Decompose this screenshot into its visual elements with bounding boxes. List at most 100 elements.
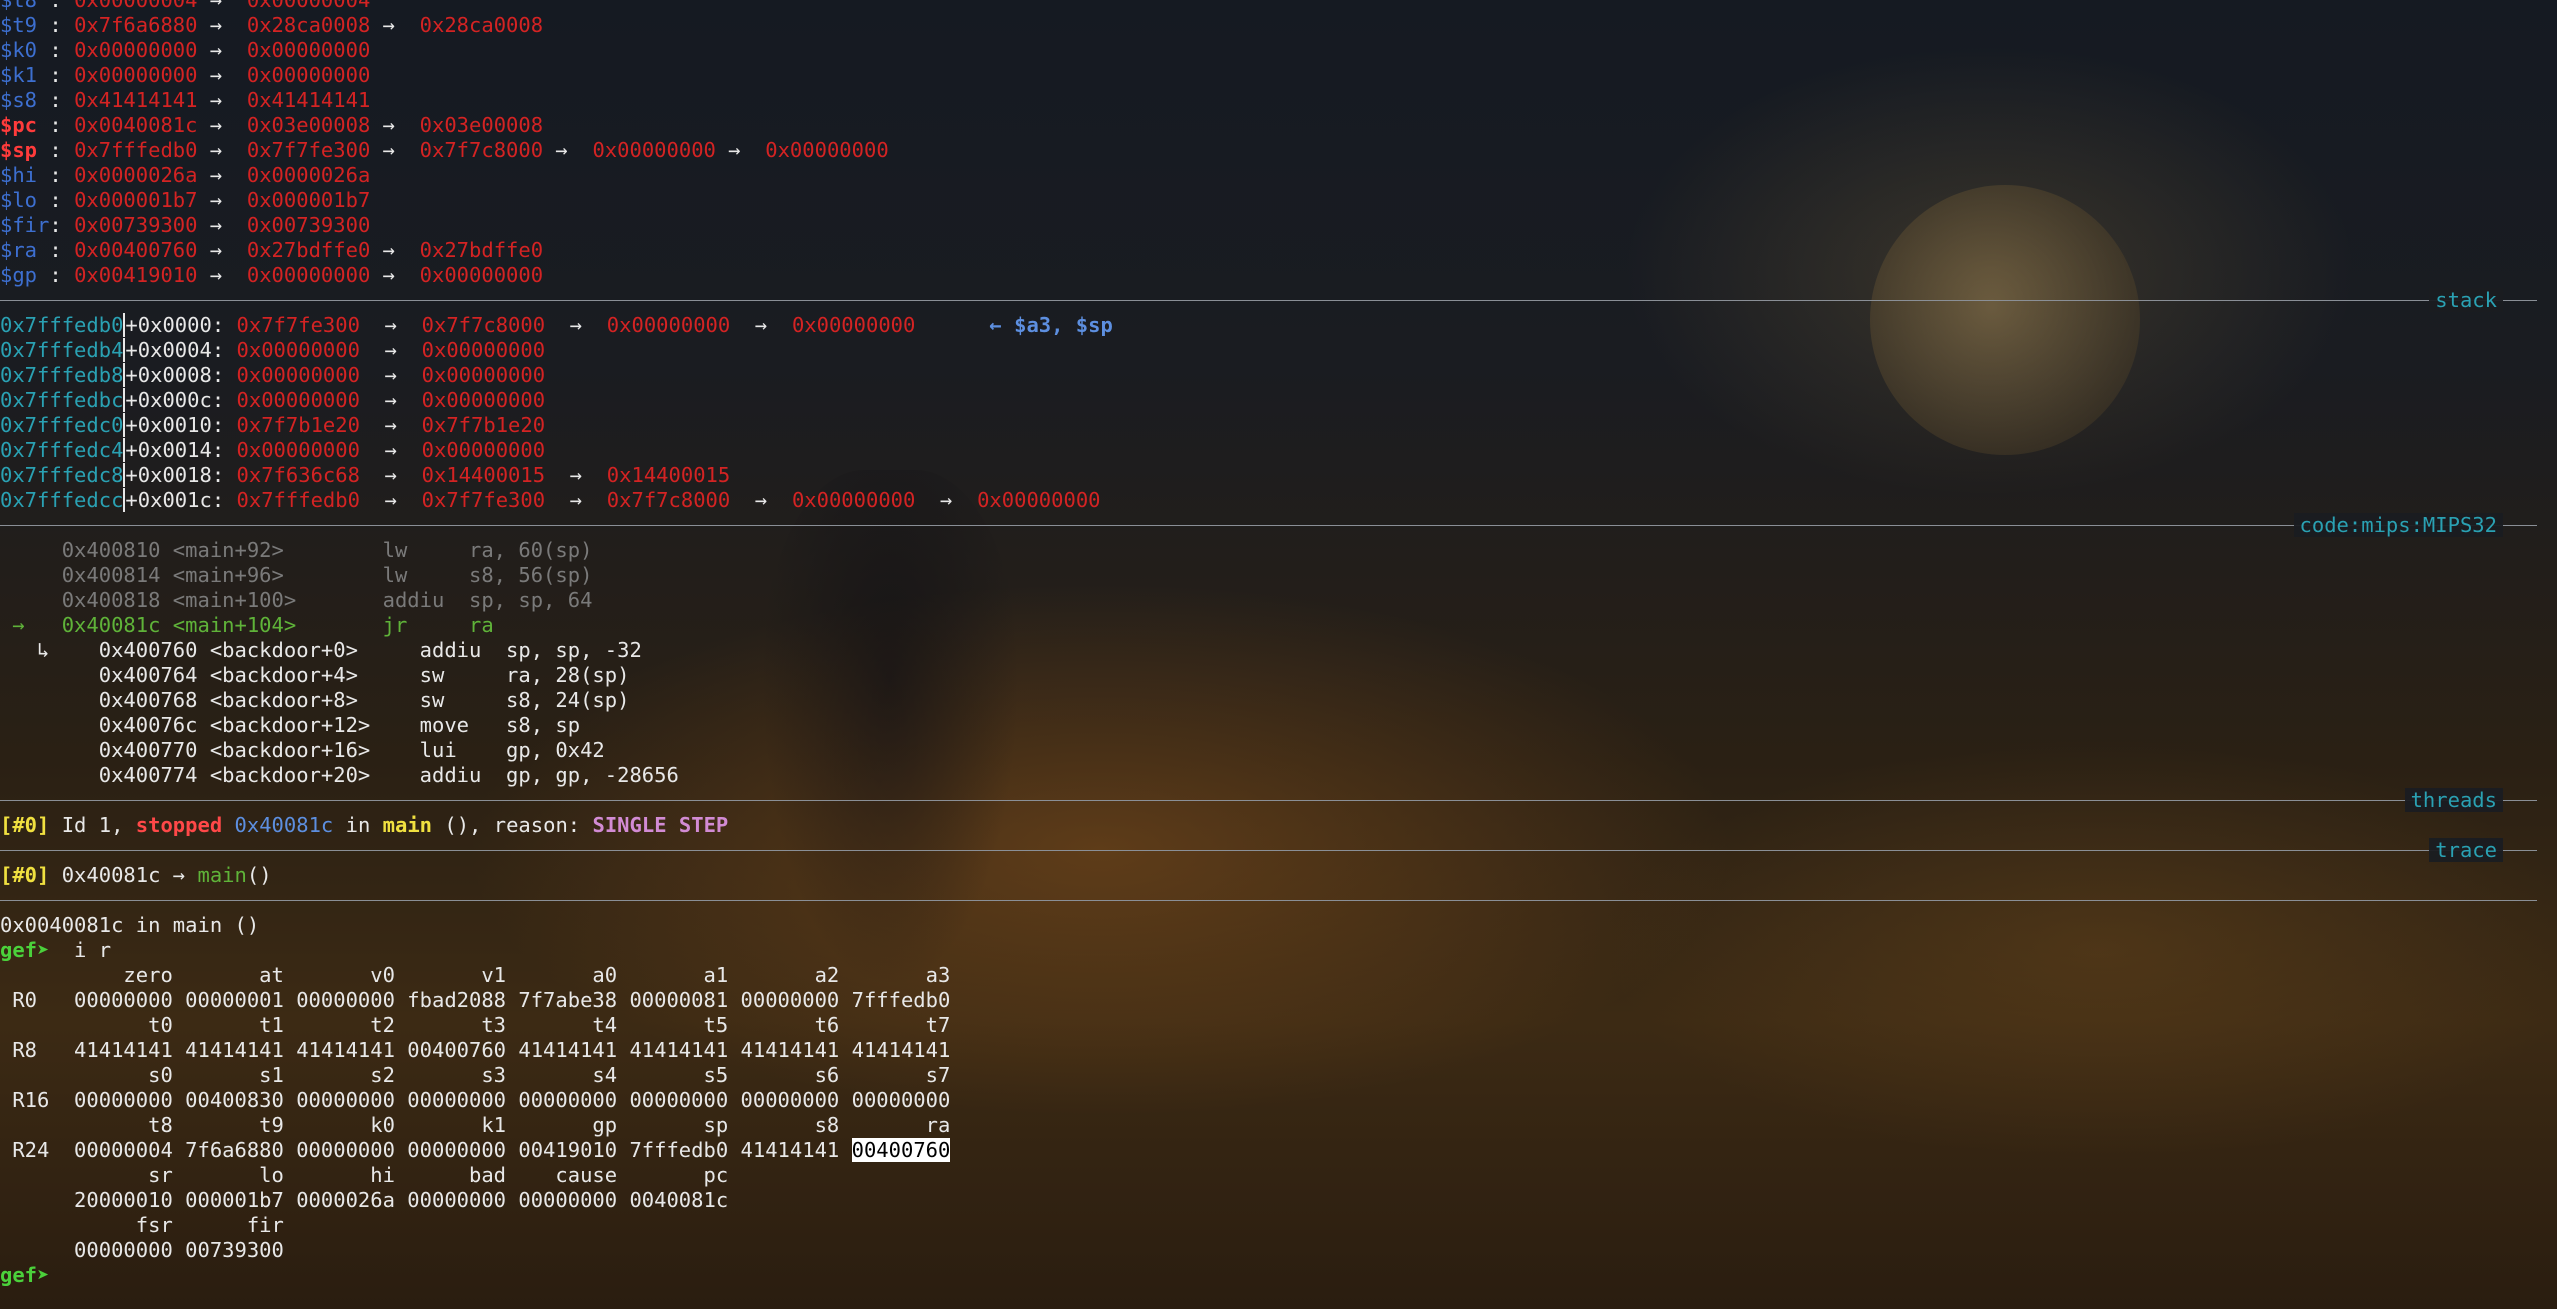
register-value: 0x0000026a [246,163,371,187]
arrow-icon: → [384,313,397,337]
register-name: $pc [0,113,50,137]
register-value: 0x00000000 [74,63,198,87]
register-table-row: sr lo hi bad cause pc [0,1163,729,1187]
stack-line: 0x7fffedbc+0x000c: 0x00000000 → 0x000000… [0,388,2557,413]
stack-address: 0x7fffedc0 [0,413,126,437]
thread-reason: SINGLE STEP [592,813,729,837]
arrow-icon: → [209,63,223,87]
register-value: 0x27bdffe0 [246,238,371,262]
register-table-row: t8 t9 k0 k1 gp sp s8 ra [0,1113,951,1137]
register-name: $t9 [0,13,50,37]
register-line: $k1 : 0x00000000 → 0x00000000 [0,63,371,87]
arrow-icon: → [384,413,397,437]
stack-value: 0x7f636c68 [236,463,360,487]
stack-value: 0x00000000 [236,438,360,462]
register-value: 0x00739300 [246,213,371,237]
gef-prompt: gef➤ [0,938,62,962]
register-value: 0x7fffedb0 [74,138,198,162]
register-value: 0x00419010 [74,263,198,287]
register-value: 0x00000004 [74,0,198,12]
register-name: $ra [0,238,50,262]
register-table-row: R24 00000004 7f6a6880 00000000 00000000 … [0,1138,2557,1163]
arrow-icon: → [555,138,568,162]
arrow-icon: → [209,0,223,12]
thread-in: in [333,813,383,837]
stack-value: 0x00000000 [421,438,546,462]
register-table-row: s0 s1 s2 s3 s4 s5 s6 s7 [0,1063,951,1087]
stack-value: 0x7f7b1e20 [236,413,360,437]
register-table-row: R8 41414141 41414141 41414141 00400760 4… [0,1038,951,1062]
stack-address: 0x7fffedb8 [0,363,126,387]
command-text: i r [61,938,112,962]
arrow-icon: → [569,313,583,337]
stack-address: 0x7fffedb4 [0,338,126,362]
arrow-icon: → [209,238,223,262]
stack-section-title: stack [2429,288,2503,312]
thread-func: main [382,813,433,837]
trace-rest: () [246,863,272,887]
register-table-row: zero at v0 v1 a0 a1 a2 a3 [0,963,951,987]
location-line: 0x0040081c in main () [0,913,260,937]
code-line: 0x40076c <backdoor+12> move s8, sp [0,713,581,737]
register-table-row: R0 00000000 00000001 00000000 fbad2088 7… [0,988,951,1012]
code-line-current: → 0x40081c <main+104> jr ra [0,613,494,637]
registers-section: $t8 : 0x00000004 → 0x00000004 $t9 : 0x7f6… [0,0,2557,288]
stack-address: 0x7fffedb0 [0,313,126,337]
thread-line: [#0] Id 1, stopped 0x40081c in main (), … [0,813,2557,838]
command-line[interactable]: gef➤ i r [0,938,2557,963]
thread-rest: (), reason: [432,813,593,837]
arrow-icon: → [728,138,741,162]
register-line: $t9 : 0x7f6a6880 → 0x28ca0008 → 0x28ca00… [0,13,544,37]
arrow-icon: → [382,238,395,262]
register-value: 0x000001b7 [74,188,198,212]
register-value: 0x0040081c [74,113,198,137]
trace-separator: trace [0,838,2557,863]
register-name: $lo [0,188,50,212]
register-line: $fir: 0x00739300 → 0x00739300 [0,213,371,237]
register-value: 0x00000000 [246,38,371,62]
stack-address: 0x7fffedc8 [0,463,126,487]
register-value: 0x00000000 [74,38,198,62]
stack-value: 0x00000000 [236,338,360,362]
register-name: $s8 [0,88,50,112]
register-line: $gp : 0x00419010 → 0x00000000 → 0x000000… [0,263,544,287]
stack-offset: +0x0000: [125,313,225,337]
code-line: ↳ 0x400760 <backdoor+0> addiu sp, sp, -3… [0,638,642,662]
register-table: zero at v0 v1 a0 a1 a2 a3 R0 00000000 00… [0,963,2557,1138]
stack-line: 0x7fffedc0+0x0010: 0x7f7b1e20 → 0x7f7b1e… [0,413,2557,438]
stack-offset: +0x000c: [125,388,225,412]
stack-line: 0x7fffedc4+0x0014: 0x00000000 → 0x000000… [0,438,2557,463]
stack-value: 0x00000000 [421,388,546,412]
register-value: 0x00739300 [74,213,198,237]
register-name: $sp [0,138,50,162]
stack-address: 0x7fffedbc [0,388,126,412]
arrow-icon: → [940,488,953,512]
code-line: 0x400814 <main+96> lw s8, 56(sp) [0,563,593,587]
trace-addr: 0x40081c → [49,863,198,887]
stack-section: 0x7fffedb0+0x0000: 0x7f7fe300 → 0x7f7c80… [0,313,2557,513]
trace-func: main [197,863,247,887]
code-line: 0x400764 <backdoor+4> sw ra, 28(sp) [0,663,630,687]
code-section: 0x400810 <main+92> lw ra, 60(sp) 0x40081… [0,538,2557,788]
stack-offset: +0x0010: [125,413,225,437]
thread-state: stopped [135,813,223,837]
register-value: 0x00000004 [246,0,371,12]
register-value: 0x00000000 [246,263,371,287]
stack-address: 0x7fffedcc [0,488,126,512]
terminal[interactable]: $t8 : 0x00000004 → 0x00000004 $t9 : 0x7f6… [0,0,2557,1288]
stack-value: 0x00000000 [421,338,546,362]
code-line: 0x400774 <backdoor+20> addiu gp, gp, -28… [0,763,679,787]
stack-value: 0x00000000 [977,488,1101,512]
register-name: $k0 [0,38,50,62]
threads-section-title: threads [2404,788,2503,812]
input-line[interactable]: gef➤ [0,1263,2557,1288]
arrow-icon: → [384,488,397,512]
register-table-row: fsr fir [0,1213,284,1237]
stack-address: 0x7fffedc4 [0,438,126,462]
selected-value[interactable]: 00400760 [851,1138,951,1162]
register-value: 0x03e00008 [246,113,371,137]
stack-value: 0x00000000 [791,313,916,337]
stack-value: 0x7f7c8000 [421,313,546,337]
arrow-icon: → [754,313,768,337]
stack-value: 0x7fffedb0 [236,488,360,512]
